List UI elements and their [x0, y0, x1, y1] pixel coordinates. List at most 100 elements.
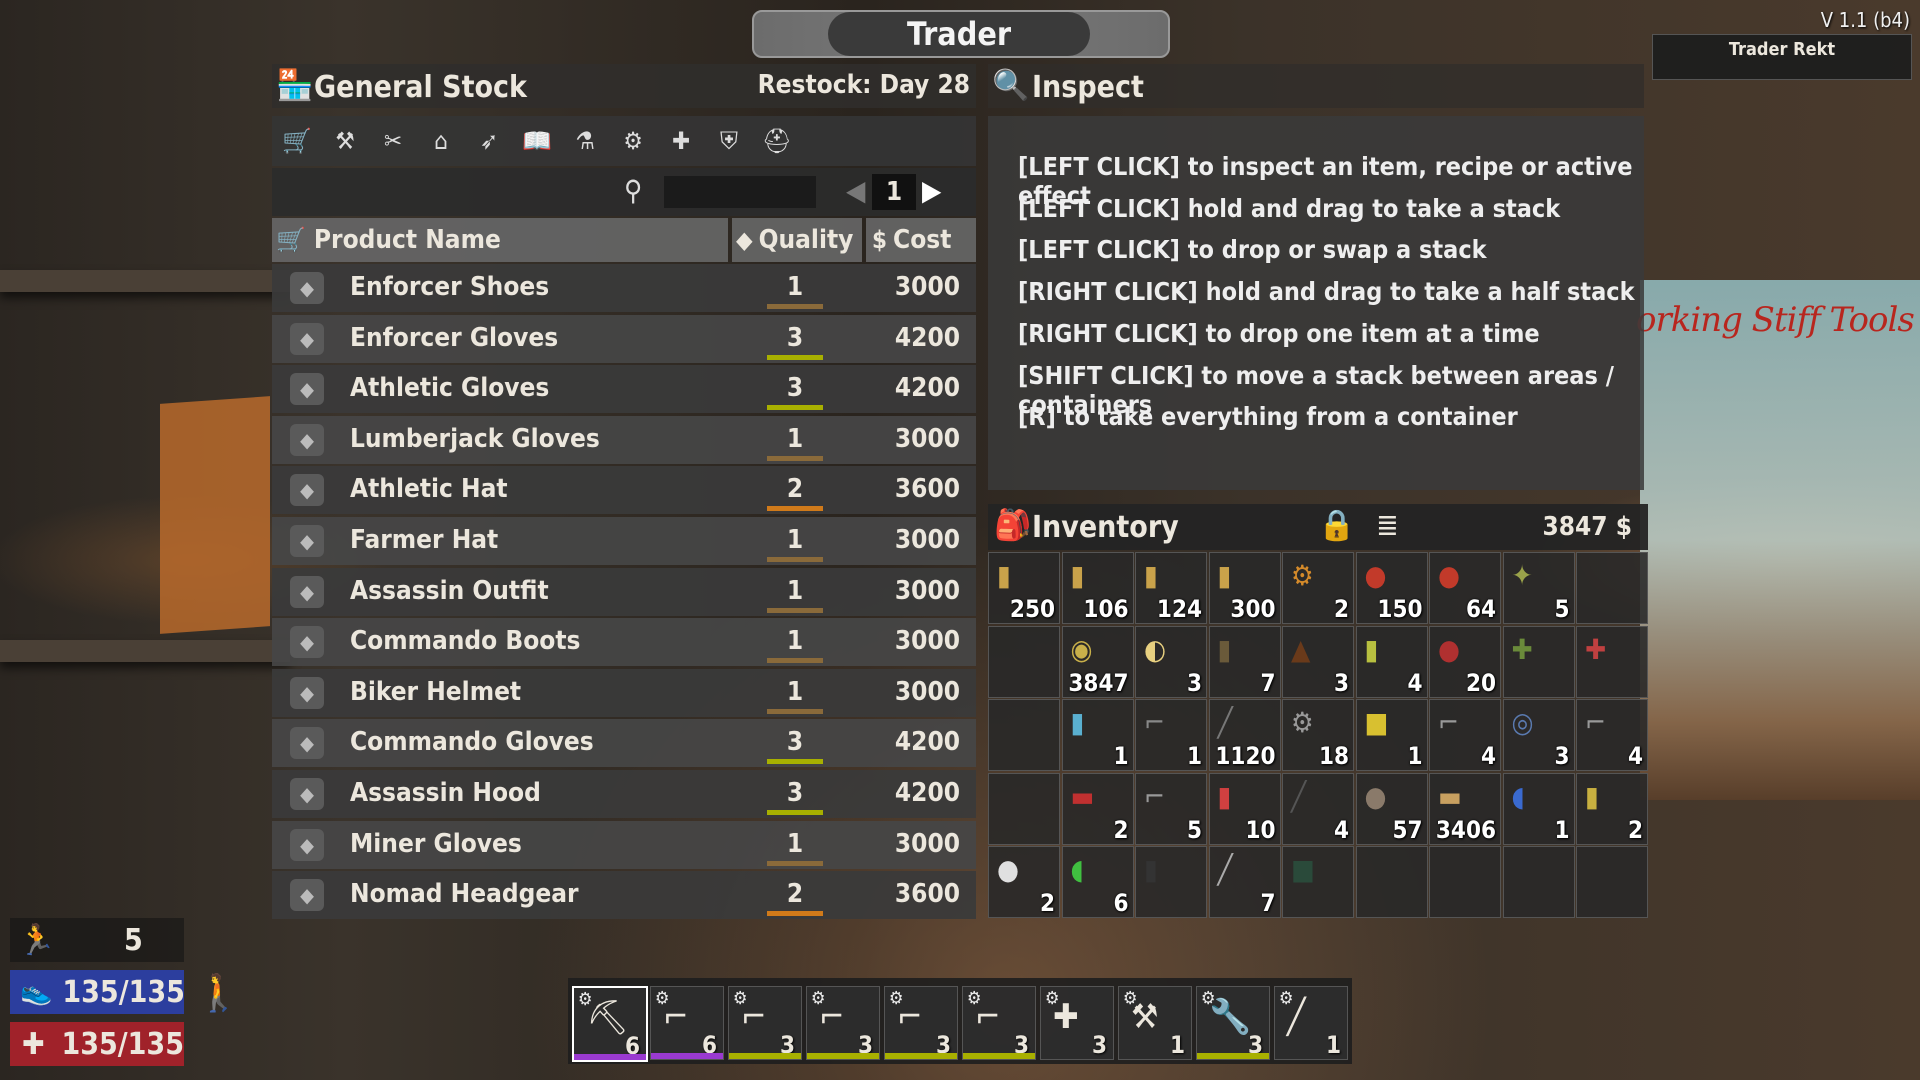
toolbelt-slot[interactable]: ⚙ ✚ 3: [1040, 986, 1114, 1060]
inventory-slot[interactable]: ● 20: [1429, 625, 1501, 698]
inventory-slot[interactable]: ◉ 3847: [1061, 625, 1134, 698]
inventory-slot[interactable]: ✚: [1576, 625, 1648, 698]
inventory-slot[interactable]: ▮ 300: [1208, 552, 1281, 624]
column-product-name[interactable]: 🛒 Product Name: [272, 218, 728, 262]
toolbelt-slot[interactable]: ⚙ ╱ 1: [1274, 986, 1348, 1060]
inventory-slot[interactable]: ● 57: [1355, 772, 1428, 845]
inventory-slot[interactable]: ▬ 3406: [1429, 772, 1501, 845]
inventory-slot[interactable]: ▲ 3: [1282, 625, 1354, 698]
inventory-slot[interactable]: ◐ 3: [1135, 625, 1207, 698]
weapons-icon[interactable]: ✂: [376, 124, 410, 158]
quality-bar: [885, 1053, 957, 1059]
toolbelt-slot[interactable]: ⚙ ⛏ 6: [572, 986, 648, 1062]
search-input[interactable]: [664, 176, 816, 208]
inventory-slot[interactable]: ⚙ 2: [1282, 552, 1354, 624]
inventory-slot[interactable]: ◖ 1: [1502, 772, 1575, 845]
stock-row[interactable]: ◆ Nomad Headgear 2 3600: [272, 871, 976, 920]
inventory-slot[interactable]: ▬ 2: [1061, 772, 1134, 845]
medical-icon[interactable]: ✚: [664, 124, 698, 158]
stock-row[interactable]: ◆ Athletic Gloves 3 4200: [272, 365, 976, 414]
inventory-slot[interactable]: ◎ 3: [1502, 699, 1575, 771]
inventory-slot[interactable]: ⌐ 4: [1429, 699, 1501, 771]
inventory-slot[interactable]: ▮ 250: [988, 552, 1060, 624]
building-icon[interactable]: ⌂: [424, 124, 458, 158]
inventory-slot[interactable]: ▮ 7: [1208, 625, 1281, 698]
cart-icon[interactable]: 🛒: [280, 124, 314, 158]
page-prev-icon[interactable]: ◀: [846, 174, 865, 207]
armor-icon[interactable]: ⛨: [712, 124, 746, 158]
inventory-slot[interactable]: ▮ 10: [1208, 772, 1281, 845]
clothing-icon[interactable]: ⛑: [760, 124, 794, 158]
tools-icon[interactable]: ⚒: [328, 124, 362, 158]
column-cost[interactable]: $ Cost: [866, 218, 976, 262]
inventory-slot[interactable]: ⚙ 18: [1282, 699, 1354, 771]
toolbelt-slot[interactable]: ⚙ ⌐ 3: [884, 986, 958, 1060]
toolbelt-slot[interactable]: ⚙ ⌐ 3: [728, 986, 802, 1060]
jar-icon: ▮: [1585, 779, 1599, 813]
chemistry-icon[interactable]: ⚗: [568, 124, 602, 158]
rifle-parts-icon: ⌐: [1585, 706, 1607, 739]
inventory-slot[interactable]: ■: [1282, 846, 1354, 918]
page-next-icon[interactable]: ▶: [922, 174, 941, 207]
toolbelt-slot[interactable]: ⚙ ⌐ 3: [806, 986, 880, 1060]
radio-icon: ▮: [1144, 853, 1158, 886]
inventory-slot[interactable]: ▮ 4: [1355, 625, 1428, 698]
inventory-slot[interactable]: ● 150: [1355, 552, 1428, 624]
stock-row[interactable]: ◆ Lumberjack Gloves 1 3000: [272, 415, 976, 464]
quality-bar: [767, 607, 823, 613]
stock-row[interactable]: ◆ Enforcer Shoes 1 3000: [272, 264, 976, 312]
stock-row[interactable]: ◆ Athletic Hat 2 3600: [272, 466, 976, 515]
inventory-slot[interactable]: [1576, 846, 1648, 918]
stock-row[interactable]: ◆ Biker Helmet 1 3000: [272, 668, 976, 717]
slot-count: 1: [1407, 742, 1423, 770]
inventory-slot[interactable]: ⌐ 1: [1135, 699, 1207, 771]
inventory-slot[interactable]: ▮ 2: [1576, 772, 1648, 845]
inventory-slot[interactable]: [1429, 846, 1501, 918]
sort-icon[interactable]: ≣: [1376, 508, 1399, 543]
inventory-slot[interactable]: [988, 625, 1060, 698]
inventory-slot[interactable]: [988, 772, 1060, 845]
inventory-slot[interactable]: ⌐ 4: [1576, 699, 1648, 771]
stock-row[interactable]: ◆ Farmer Hat 1 3000: [272, 517, 976, 565]
stock-row[interactable]: ◆ Assassin Outfit 1 3000: [272, 567, 976, 616]
quality-bar: [767, 304, 823, 309]
slot-count: 5: [1186, 815, 1202, 844]
lock-icon[interactable]: 🔒: [1318, 508, 1355, 543]
inventory-slot[interactable]: [1355, 846, 1428, 918]
toolbelt-slot[interactable]: ⚙ ⌐ 6: [650, 986, 724, 1060]
inventory-slot[interactable]: ▮: [1135, 846, 1207, 918]
inventory-slot[interactable]: ● 64: [1429, 552, 1501, 624]
inventory-slot[interactable]: [988, 699, 1060, 771]
quality-value: 3: [786, 727, 804, 758]
column-quality[interactable]: ◆ Quality: [732, 218, 862, 262]
toolbelt-slot[interactable]: ⚙ 🔧 3: [1196, 986, 1270, 1060]
inventory-slot[interactable]: ▮ 124: [1135, 552, 1207, 624]
inventory-slot[interactable]: ■ 1: [1355, 699, 1428, 771]
inventory-slot[interactable]: [1576, 552, 1648, 624]
inventory-slot[interactable]: ╱ 4: [1282, 772, 1354, 845]
quality-value: 3: [786, 373, 804, 404]
inventory-slot[interactable]: [1502, 846, 1575, 918]
level-value: 5: [124, 922, 143, 958]
stock-row[interactable]: ◆ Enforcer Gloves 3 4200: [272, 314, 976, 363]
toolbelt-slot[interactable]: ⚙ ⌐ 3: [962, 986, 1036, 1060]
poster: [1640, 280, 1920, 800]
inventory-slot[interactable]: ✚: [1502, 625, 1575, 698]
inventory-slot[interactable]: ● 2: [988, 846, 1060, 918]
stock-row[interactable]: ◆ Assassin Hood 3 4200: [272, 770, 976, 818]
inventory-slot[interactable]: ◖ 6: [1061, 846, 1134, 918]
inventory-slot[interactable]: ▮ 106: [1061, 552, 1134, 624]
inventory-grid: ▮ 250 ▮ 106 ▮ 124 ▮ 300 ⚙ 2 ● 150 ● 64 ✦ 5 ◉ 3847 ◐ 3 ▮ 7 ▲ 3 ▮ 4…: [988, 552, 1648, 920]
inventory-slot[interactable]: ✦ 5: [1502, 552, 1575, 624]
toolbelt-slot[interactable]: ⚙ ⚒ 1: [1118, 986, 1192, 1060]
inventory-slot[interactable]: ▮ 1: [1061, 699, 1134, 771]
books-icon[interactable]: 📖: [520, 124, 554, 158]
stock-row[interactable]: ◆ Commando Gloves 3 4200: [272, 719, 976, 768]
stock-row[interactable]: ◆ Miner Gloves 1 3000: [272, 820, 976, 869]
inventory-slot[interactable]: ╱ 1120: [1208, 699, 1281, 771]
inventory-slot[interactable]: ╱ 7: [1208, 846, 1281, 918]
inventory-slot[interactable]: ⌐ 5: [1135, 772, 1207, 845]
stock-row[interactable]: ◆ Commando Boots 1 3000: [272, 618, 976, 667]
ammo-icon[interactable]: ➶: [472, 124, 506, 158]
parts-icon[interactable]: ⚙: [616, 124, 650, 158]
